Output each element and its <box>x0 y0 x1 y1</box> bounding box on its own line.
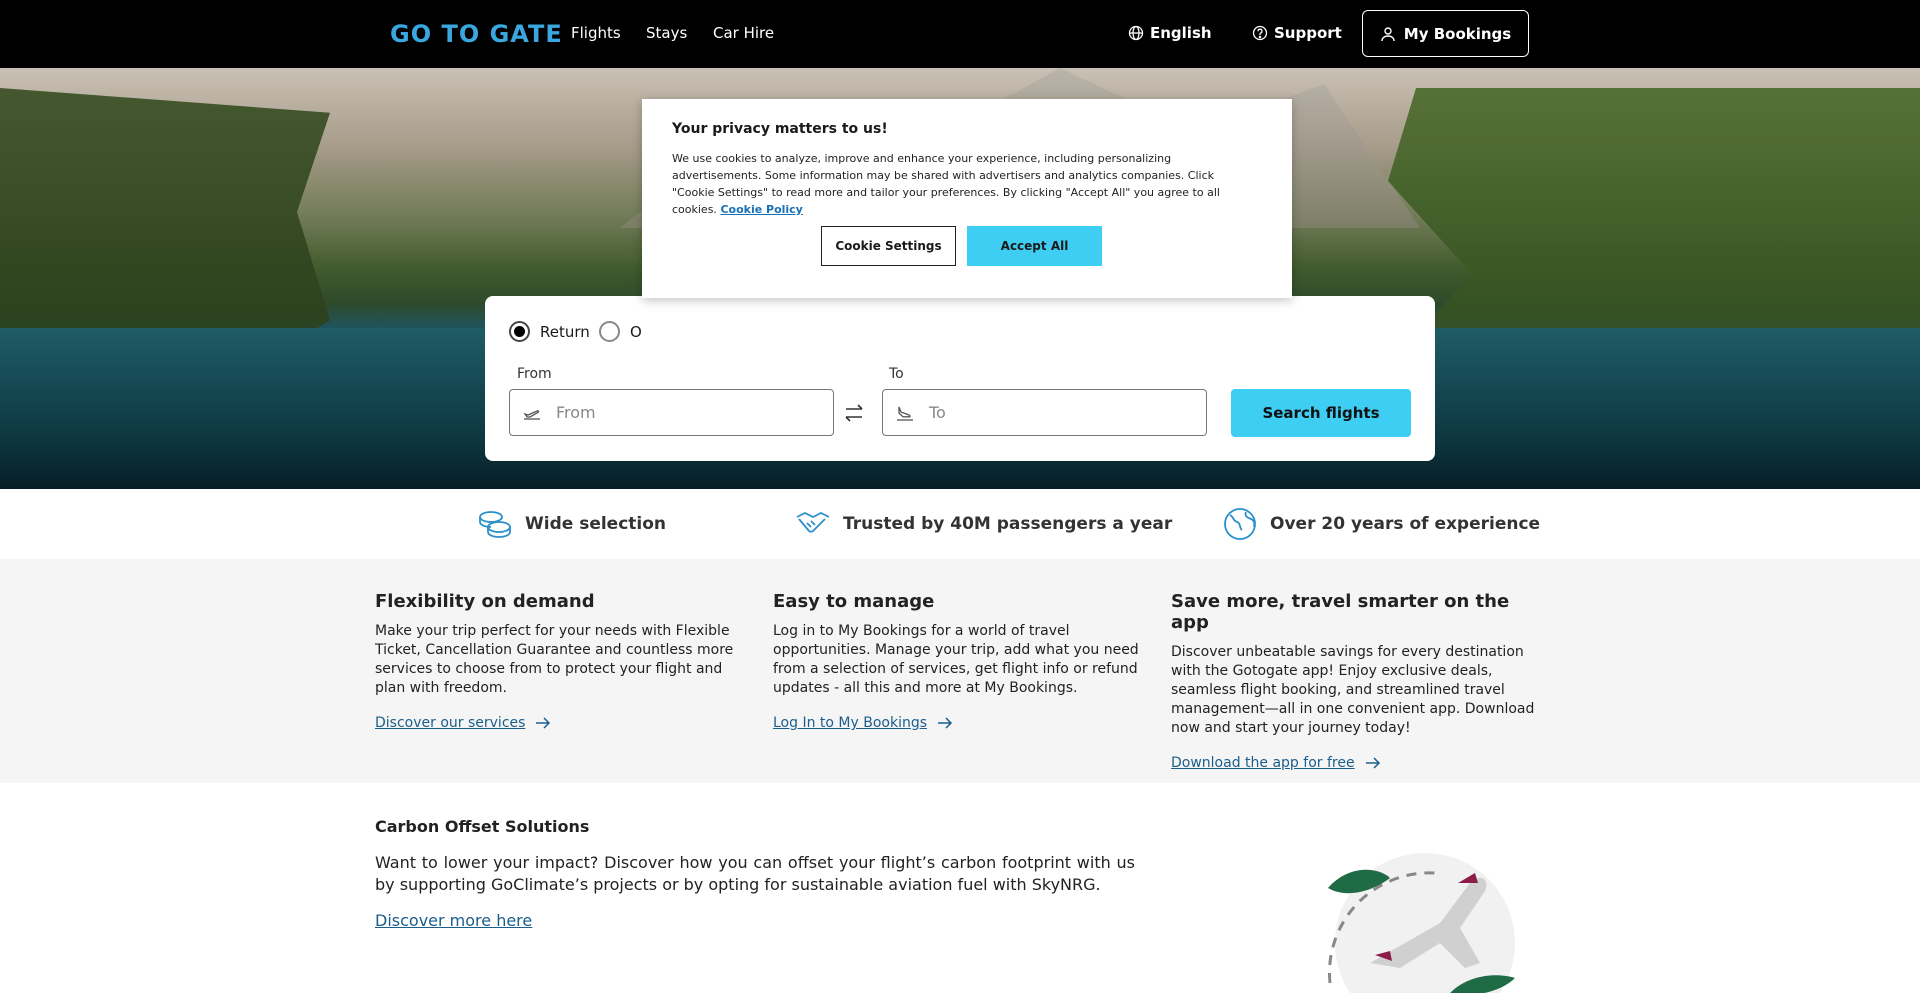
link-label: Download the app for free <box>1171 755 1355 771</box>
to-placeholder: To <box>929 403 946 422</box>
search-flights-button[interactable]: Search flights <box>1231 389 1411 437</box>
feature-body: Discover unbeatable savings for every de… <box>1171 644 1535 736</box>
link-label: Discover our services <box>375 715 526 731</box>
carbon-body: Want to lower your impact? Discover how … <box>375 853 1135 894</box>
download-app-link[interactable]: Download the app for free <box>1171 755 1381 771</box>
trust-label: Trusted by 40M passengers a year <box>843 514 1173 534</box>
features-section: Flexibility on demand Make your trip per… <box>0 559 1920 783</box>
takeoff-icon <box>523 409 540 420</box>
carbon-offset-section: Carbon Offset Solutions Want to lower yo… <box>0 783 1920 993</box>
feature-app: Save more, travel smarter on the app Dis… <box>1171 591 1541 771</box>
feature-title: Save more, travel smarter on the app <box>1171 591 1510 633</box>
feature-manage: Easy to manage Log in to My Bookings for… <box>773 591 1143 731</box>
top-header: GO TO GATE Flights Stays Car Hire Englis… <box>0 0 1920 68</box>
from-placeholder: From <box>556 403 596 422</box>
nav-stays[interactable]: Stays <box>646 24 687 42</box>
trust-item-passengers: Trusted by 40M passengers a year <box>795 507 1172 541</box>
trust-item-experience: Over 20 years of experience <box>1222 507 1540 541</box>
user-icon <box>1381 26 1395 41</box>
trust-label: Wide selection <box>525 514 667 534</box>
nav-flights[interactable]: Flights <box>571 24 621 42</box>
feature-body: Log in to My Bookings for a world of tra… <box>773 623 1139 696</box>
from-label: From <box>517 366 552 382</box>
logo[interactable]: GO TO GATE <box>390 20 563 48</box>
nav-car-hire[interactable]: Car Hire <box>713 24 774 42</box>
arrow-right-icon <box>938 717 953 729</box>
landing-icon <box>897 406 913 421</box>
radio-selected[interactable] <box>509 321 530 342</box>
globe-icon <box>1224 508 1256 540</box>
trust-strip: Wide selection Trusted by 40M passengers… <box>0 489 1920 559</box>
to-field[interactable]: To <box>882 389 1207 436</box>
my-bookings-label: My Bookings <box>1403 24 1512 43</box>
swap-icon[interactable] <box>842 401 866 425</box>
cookie-title: Your privacy matters to us! <box>672 121 888 137</box>
cookie-consent-dialog: Your privacy matters to us! We use cooki… <box>642 99 1292 298</box>
login-my-bookings-link[interactable]: Log In to My Bookings <box>773 715 953 731</box>
feature-flexibility: Flexibility on demand Make your trip per… <box>375 591 745 731</box>
handshake-icon <box>796 511 830 533</box>
feature-title: Flexibility on demand <box>375 591 595 612</box>
cookie-body: We use cookies to analyze, improve and e… <box>672 150 1257 218</box>
help-icon <box>1252 25 1268 41</box>
cookie-policy-link[interactable]: Cookie Policy <box>720 203 802 216</box>
discover-more-link[interactable]: Discover more here <box>375 911 532 930</box>
link-label: Log In to My Bookings <box>773 715 928 731</box>
trip-type-one-way[interactable]: O <box>599 321 642 342</box>
my-bookings-button[interactable]: My Bookings <box>1362 10 1529 57</box>
feature-title: Easy to manage <box>773 591 935 612</box>
plane-leaves-illustration <box>1328 853 1515 993</box>
from-field[interactable]: From <box>509 389 834 436</box>
discover-services-link[interactable]: Discover our services <box>375 715 551 731</box>
support-link[interactable]: Support <box>1252 24 1342 42</box>
globe-icon <box>1128 25 1144 41</box>
flight-search-form: Return O From From To To Search flights <box>485 296 1435 461</box>
arrow-right-icon <box>536 717 551 729</box>
feature-body: Make your trip perfect for your needs wi… <box>375 623 734 696</box>
trust-item-selection: Wide selection <box>477 507 666 541</box>
language-selector[interactable]: English <box>1128 24 1212 42</box>
trust-label: Over 20 years of experience <box>1270 514 1541 534</box>
trip-type-label: O <box>630 322 642 341</box>
arrow-right-icon <box>1365 757 1380 769</box>
radio-unselected[interactable] <box>599 321 620 342</box>
trip-type-return[interactable]: Return <box>509 321 590 342</box>
accept-all-button[interactable]: Accept All <box>967 226 1102 266</box>
support-label: Support <box>1274 24 1342 42</box>
carbon-title: Carbon Offset Solutions <box>375 817 590 836</box>
language-label: English <box>1150 24 1212 42</box>
to-label: To <box>889 366 904 382</box>
cookie-settings-button[interactable]: Cookie Settings <box>821 226 956 266</box>
coins-icon <box>479 511 511 538</box>
trip-type-label: Return <box>540 322 590 341</box>
